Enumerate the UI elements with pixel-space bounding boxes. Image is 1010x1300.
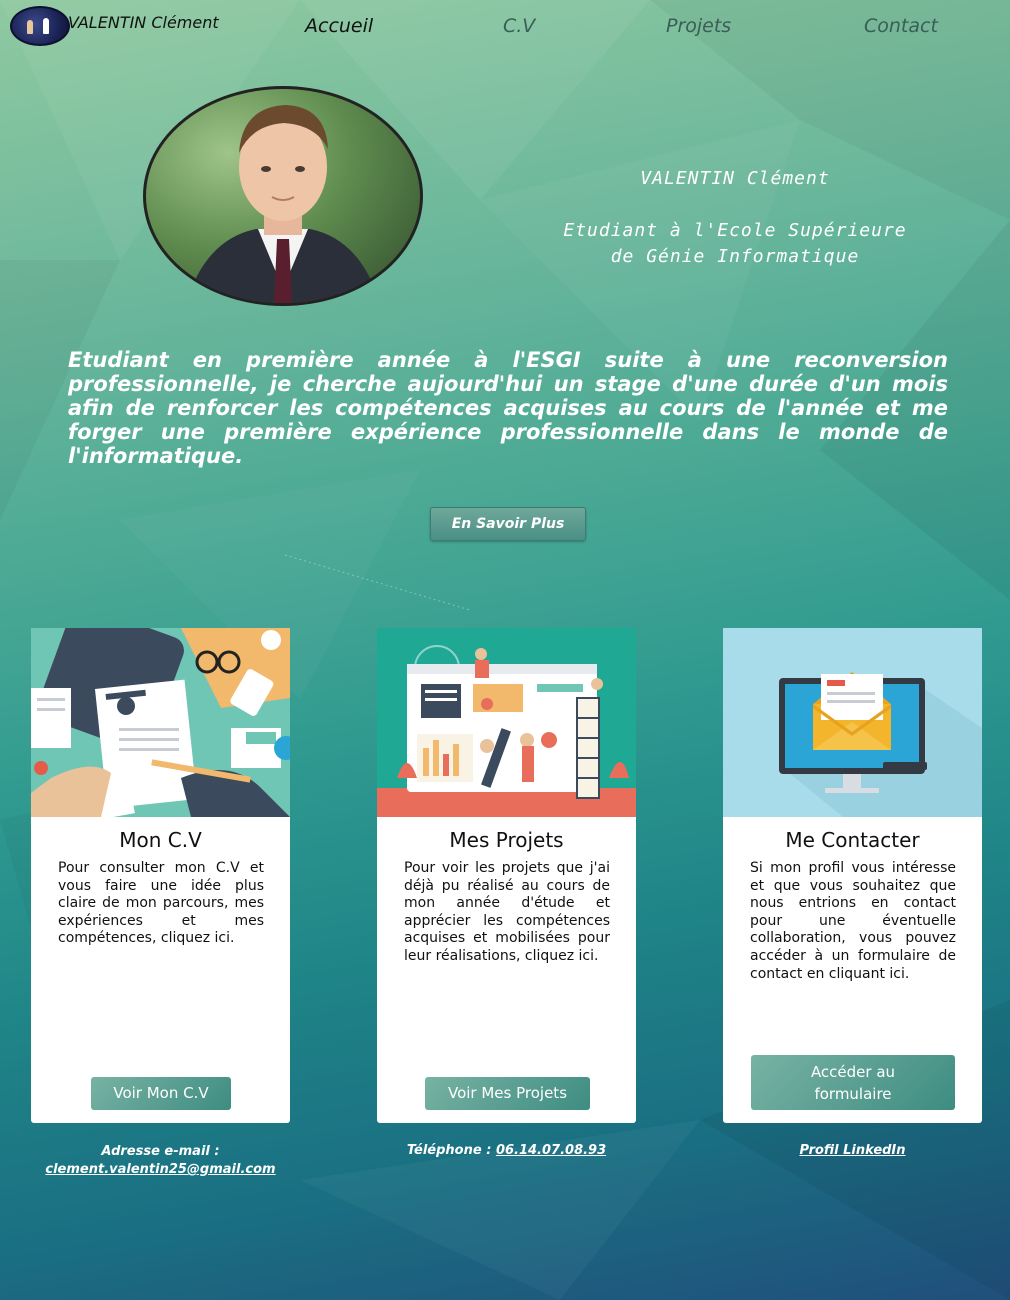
projects-illustration: [377, 628, 636, 817]
view-projects-button[interactable]: Voir Mes Projets: [425, 1077, 590, 1110]
card-text: Si mon profil vous intéresse et que vous…: [750, 860, 956, 982]
card-contact: Me Contacter Si mon profil vous intéress…: [723, 628, 982, 1123]
linkedin-link[interactable]: Profil LinkedIn: [799, 1143, 905, 1158]
button-line: Accéder au: [810, 1063, 896, 1081]
phone-label: Téléphone :: [406, 1143, 492, 1158]
phone-link[interactable]: 06.14.07.08.93: [496, 1143, 606, 1158]
view-cv-button[interactable]: Voir Mon C.V: [91, 1077, 231, 1110]
nav-link-cv[interactable]: C.V: [503, 15, 535, 37]
logo-figure-icon: [43, 18, 49, 34]
brand-name: VALENTIN Clément: [68, 13, 219, 32]
card-text: Pour consulter mon C.V et vous faire une…: [58, 860, 264, 947]
profile-photo: [143, 86, 423, 306]
button-line: formulaire: [814, 1085, 892, 1103]
card-title: Me Contacter: [785, 828, 920, 852]
cv-illustration: [31, 628, 290, 817]
learn-more-button[interactable]: En Savoir Plus: [430, 507, 586, 541]
email-label: Adresse e-mail :: [101, 1144, 220, 1159]
nav-link-accueil[interactable]: Accueil: [305, 15, 373, 37]
hero-subtitle-line: de Génie Informatique: [610, 246, 860, 267]
card-title: Mes Projets: [449, 828, 564, 852]
intro-text: Etudiant en première année à l'ESGI suit…: [68, 348, 948, 468]
footer-email: Adresse e-mail : clement.valentin25@gmai…: [31, 1143, 290, 1179]
nav-link-projets[interactable]: Projets: [666, 15, 731, 37]
top-nav: VALENTIN Clément Accueil C.V Projets Con…: [0, 0, 1010, 52]
card-title: Mon C.V: [119, 828, 202, 852]
hero-name: VALENTIN Clément: [640, 168, 830, 189]
footer-linkedin: Profil LinkedIn: [723, 1143, 982, 1158]
nav-link-contact[interactable]: Contact: [864, 15, 938, 37]
card-text: Pour voir les projets que j'ai déjà pu r…: [404, 860, 610, 964]
footer-phone: Téléphone : 06.14.07.08.93: [377, 1143, 636, 1158]
email-link[interactable]: clement.valentin25@gmail.com: [45, 1162, 275, 1177]
logo[interactable]: [10, 6, 70, 46]
card-cv: Mon C.V Pour consulter mon C.V et vous f…: [31, 628, 290, 1123]
hero-subtitle: Etudiant à l'Ecole Supérieure de Génie I…: [520, 218, 950, 270]
hero-subtitle-line: Etudiant à l'Ecole Supérieure: [563, 220, 907, 241]
contact-illustration: [723, 628, 982, 817]
logo-figure-icon: [27, 20, 33, 34]
card-projects: Mes Projets Pour voir les projets que j'…: [377, 628, 636, 1123]
contact-form-button[interactable]: Accéder au formulaire: [751, 1055, 955, 1110]
